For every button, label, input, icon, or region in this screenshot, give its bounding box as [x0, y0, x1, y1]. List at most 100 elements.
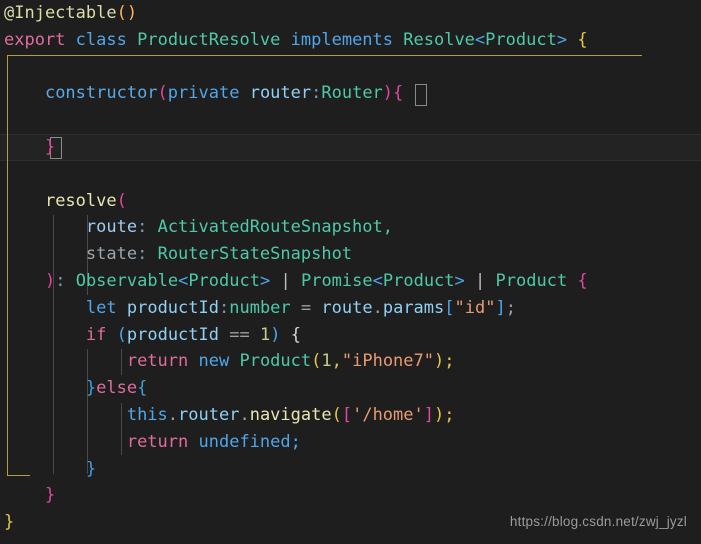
- token-paren-open: (: [331, 404, 342, 425]
- sp: [117, 298, 127, 318]
- code-line-14: return new Product(1,"iPhone7");: [0, 348, 701, 375]
- sp: [280, 30, 290, 50]
- token-new: new: [198, 351, 230, 372]
- token-paren-close: ): [270, 324, 281, 345]
- token-number: 1: [259, 324, 271, 345]
- sp: [188, 351, 198, 371]
- token-brace-open: {: [290, 324, 301, 345]
- token-return: return: [126, 351, 189, 372]
- sp: [188, 432, 198, 452]
- token-comma: ,: [382, 217, 393, 238]
- token-brace-close: }: [44, 485, 56, 506]
- sp: [219, 325, 229, 345]
- token-brace-close: }: [85, 458, 97, 479]
- token-type-product: Product: [495, 270, 568, 291]
- token-parens: (): [116, 3, 138, 23]
- token-dot: .: [167, 404, 179, 425]
- sp: [229, 351, 239, 371]
- code-line-9: route: ActivatedRouteSnapshot,: [0, 214, 701, 241]
- token-brace-open: {: [137, 378, 148, 399]
- token-method-name: resolve: [44, 190, 117, 211]
- sp: [270, 271, 280, 291]
- code-line-8: resolve(: [0, 188, 701, 215]
- token-type-promise: Promise: [300, 270, 373, 291]
- code-line-16: this.router.navigate(['/home']);: [0, 402, 701, 429]
- token-colon: :: [218, 297, 230, 318]
- token-property: router: [178, 404, 240, 425]
- token-object: route: [321, 297, 373, 318]
- token-class-ref: Product: [239, 351, 312, 372]
- sp: [485, 271, 495, 291]
- token-generic: Product: [485, 29, 557, 50]
- code-line-17: return undefined;: [0, 429, 701, 456]
- code-line-19: }: [0, 482, 701, 509]
- watermark-url: https://blog.csdn.net/zwj_jyzl: [509, 514, 687, 530]
- token-string: "id": [454, 297, 496, 318]
- token-type: RouterStateSnapshot: [157, 244, 353, 265]
- code-line-12: let productId:number = route.params["id"…: [0, 295, 701, 322]
- token-angle-close: >: [556, 29, 568, 50]
- code-editor[interactable]: @Injectable() export class ProductResolv…: [0, 0, 701, 544]
- token-else: else: [96, 378, 138, 399]
- code-line-10: state: RouterStateSnapshot: [0, 241, 701, 268]
- token-paren-close: ): [434, 404, 445, 425]
- token-private: private: [167, 83, 240, 104]
- token-this: this: [126, 404, 168, 425]
- token-param: state: [85, 244, 138, 265]
- token-angle-open: <: [178, 270, 189, 291]
- token-generic: Product: [382, 270, 455, 291]
- token-semicolon: ;: [444, 404, 455, 425]
- token-colon: :: [137, 217, 148, 238]
- token-type-observable: Observable: [75, 270, 179, 291]
- sp: [65, 30, 75, 50]
- token-method-call: navigate: [249, 404, 332, 425]
- token-bracket-close: ]: [495, 297, 506, 318]
- token-number: 1: [321, 351, 332, 372]
- sp: [250, 325, 260, 345]
- token-implements: implements: [290, 29, 394, 50]
- token-brace-close: }: [44, 136, 56, 157]
- token-dot: .: [372, 297, 383, 318]
- token-param: router: [249, 83, 312, 104]
- token-colon: :: [137, 244, 148, 265]
- token-brace-open: {: [577, 29, 588, 50]
- token-constructor: constructor: [44, 83, 158, 104]
- code-line-18: }: [0, 456, 701, 483]
- sp: [567, 271, 577, 291]
- token-colon: :: [311, 83, 322, 104]
- token-type: ActivatedRouteSnapshot: [157, 217, 383, 238]
- token-comma: ,: [331, 351, 342, 372]
- token-let: let: [85, 297, 117, 318]
- token-paren-open: (: [157, 83, 168, 104]
- token-semicolon: ;: [505, 297, 516, 318]
- code-line-11: ): Observable<Product> | Promise<Product…: [0, 268, 701, 295]
- token-brace-open: {: [577, 270, 588, 291]
- token-variable: productId: [126, 324, 219, 345]
- token-colon: :: [55, 270, 66, 291]
- token-dot: .: [239, 404, 250, 425]
- token-union-pipe: |: [280, 270, 291, 291]
- sp: [239, 83, 249, 103]
- sp: [127, 30, 137, 50]
- code-line-15: }else{: [0, 375, 701, 402]
- token-union-pipe: |: [475, 270, 486, 291]
- token-paren-close: ): [382, 83, 394, 104]
- token-class: class: [75, 29, 127, 50]
- token-paren-close: ): [434, 351, 445, 372]
- token-variable: productId: [126, 297, 219, 318]
- token-bracket-close: ]: [423, 404, 434, 425]
- token-bracket-open: [: [341, 404, 353, 425]
- sp: [147, 244, 157, 264]
- token-equality-operator: ==: [229, 324, 250, 345]
- token-brace-close: }: [85, 378, 97, 399]
- code-content[interactable]: @Injectable() export class ProductResolv…: [0, 0, 701, 544]
- token-paren-open: (: [116, 324, 127, 345]
